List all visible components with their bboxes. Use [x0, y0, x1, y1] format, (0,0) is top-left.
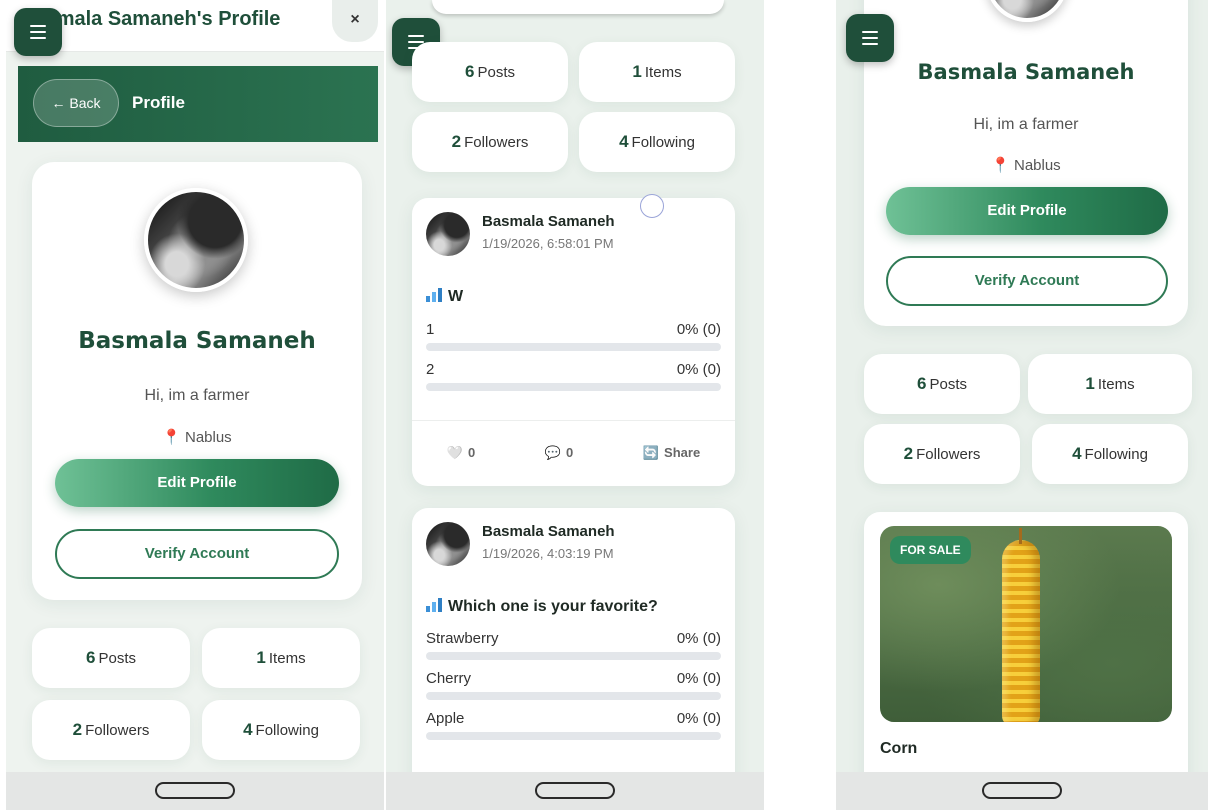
poll-option[interactable]: Strawberry 0% (0) [426, 630, 721, 666]
post-date: 1/19/2026, 6:58:01 PM [482, 236, 614, 251]
profile-name: Basmala Samaneh [917, 60, 1135, 84]
poll-progress-bar [426, 383, 721, 391]
stat-following[interactable]: 4 Following [202, 700, 360, 760]
profile-card: Basmala Samaneh Hi, im a farmer 📍 Nablus … [32, 162, 362, 600]
profile-card: Basmala Samaneh Hi, im a farmer 📍 Nablus … [864, 0, 1188, 326]
map-pin-icon: 📍 [162, 429, 181, 446]
hamburger-menu-icon [30, 25, 46, 27]
system-navbar [386, 772, 764, 810]
profile-screen-top: Basmala Samaneh's Profile × ← Back Profi… [6, 0, 384, 810]
verify-account-button[interactable]: Verify Account [55, 529, 339, 579]
poll-option[interactable]: Apple 0% (0) [426, 710, 721, 746]
edit-profile-button[interactable]: Edit Profile [55, 459, 339, 507]
back-button[interactable]: ← Back [33, 79, 119, 127]
profile-name: Basmala Samaneh [78, 328, 316, 354]
item-title: Corn [880, 740, 918, 757]
profile-topbar: ← Back Profile [18, 66, 378, 142]
post-card: Basmala Samaneh 1/19/2026, 6:58:01 PM W … [412, 194, 735, 486]
for-sale-badge: FOR SALE [890, 536, 971, 564]
bar-chart-icon [426, 288, 442, 302]
profile-bio: Hi, im a farmer [973, 116, 1079, 133]
corn-silk [1019, 528, 1022, 544]
modal-header: Basmala Samaneh's Profile × [6, 0, 384, 52]
stat-posts[interactable]: 6 Posts [412, 42, 568, 102]
menu-button[interactable] [14, 8, 62, 56]
verify-account-button[interactable]: Verify Account [886, 256, 1168, 306]
poll-option-label: Strawberry [426, 630, 499, 647]
post-avatar [426, 522, 470, 566]
poll-option-result: 0% (0) [676, 670, 721, 687]
hamburger-menu-icon [408, 35, 424, 37]
page-title: Profile [132, 93, 185, 112]
share-button[interactable]: 🔄 Share [643, 445, 700, 461]
profile-screen-posts: 6 Posts 1 Items 2 Followers 4 Following Basm… [386, 0, 764, 810]
stat-followers[interactable]: 2 Followers [32, 700, 190, 760]
item-image: FOR SALE [880, 526, 1172, 722]
bar-chart-icon [426, 598, 442, 612]
stat-items[interactable]: 1 Items [202, 628, 360, 688]
poll-option[interactable]: 1 0% (0) [426, 321, 721, 357]
poll-option-label: 1 [426, 321, 435, 338]
item-card[interactable]: FOR SALE Corn [864, 512, 1188, 808]
post-actions: 🤍 0 💬 0 🔄 Share [412, 433, 735, 473]
stat-items[interactable]: 1 Items [1028, 354, 1192, 414]
avatar [144, 188, 248, 292]
stat-posts[interactable]: 6 Posts [864, 354, 1020, 414]
poll-option-result: 0% (0) [676, 630, 721, 647]
profile-location: 📍 Nablus [991, 157, 1061, 174]
post-header: Basmala Samaneh 1/19/2026, 6:58:01 PM [426, 212, 721, 258]
stat-following[interactable]: 4 Following [1032, 424, 1188, 484]
poll-question: Which one is your favorite? [426, 598, 658, 616]
system-navbar [836, 772, 1208, 810]
like-button[interactable]: 🤍 0 [447, 445, 475, 461]
system-navbar [6, 772, 384, 810]
map-pin-icon: 📍 [991, 157, 1010, 174]
divider [412, 420, 735, 421]
scrolled-card-edge [432, 0, 724, 14]
poll-progress-bar [426, 343, 721, 351]
poll-option-result: 0% (0) [676, 361, 721, 378]
avatar [986, 0, 1068, 22]
post-author: Basmala Samaneh [482, 523, 615, 540]
poll-progress-bar [426, 692, 721, 700]
stat-items[interactable]: 1 Items [579, 42, 735, 102]
poll-option-label: 2 [426, 361, 435, 378]
poll-progress-bar [426, 732, 721, 740]
comment-button[interactable]: 💬 0 [545, 445, 573, 461]
stat-followers[interactable]: 2 Followers [412, 112, 568, 172]
home-button[interactable] [155, 782, 235, 799]
post-avatar [426, 212, 470, 256]
edit-profile-button[interactable]: Edit Profile [886, 187, 1168, 235]
heart-icon: 🤍 [446, 445, 463, 460]
post-author: Basmala Samaneh [482, 213, 615, 230]
home-button[interactable] [982, 782, 1062, 799]
poll-option[interactable]: 2 0% (0) [426, 361, 721, 397]
profile-location: 📍 Nablus [162, 429, 232, 446]
stat-followers[interactable]: 2 Followers [864, 424, 1020, 484]
comment-icon: 💬 [544, 445, 562, 460]
corn-image [1002, 540, 1040, 722]
poll-progress-bar [426, 652, 721, 660]
stat-following[interactable]: 4 Following [579, 112, 735, 172]
post-date: 1/19/2026, 4:03:19 PM [482, 546, 614, 561]
loading-spinner [640, 194, 664, 218]
post-card: Basmala Samaneh 1/19/2026, 4:03:19 PM Wh… [412, 508, 735, 808]
home-button[interactable] [535, 782, 615, 799]
post-header: Basmala Samaneh 1/19/2026, 4:03:19 PM [426, 522, 721, 568]
poll-option-label: Apple [426, 710, 465, 727]
poll-option[interactable]: Cherry 0% (0) [426, 670, 721, 706]
profile-screen-items: Basmala Samaneh Hi, im a farmer 📍 Nablus … [836, 0, 1208, 810]
share-icon: 🔄 [642, 445, 660, 460]
menu-button[interactable] [846, 14, 894, 62]
stat-posts[interactable]: 6 Posts [32, 628, 190, 688]
profile-bio: Hi, im a farmer [144, 387, 250, 404]
poll-option-result: 0% (0) [676, 321, 721, 338]
poll-option-result: 0% (0) [676, 710, 721, 727]
close-icon: × [350, 11, 360, 28]
hamburger-menu-icon [862, 31, 878, 33]
poll-option-label: Cherry [426, 670, 472, 687]
close-button[interactable]: × [332, 0, 378, 42]
poll-question: W [426, 288, 463, 306]
